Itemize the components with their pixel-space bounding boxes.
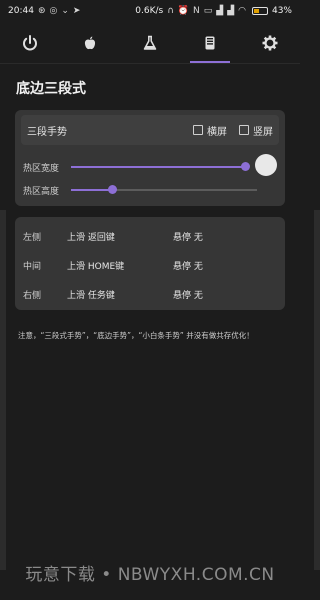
landscape-checkbox[interactable]: 横屏: [193, 123, 227, 138]
height-slider-row: 热区高度: [23, 181, 279, 199]
height-slider[interactable]: [71, 185, 257, 194]
signal-icon-2: ▟: [227, 5, 235, 16]
gesture-hover: 悬停 无: [173, 232, 203, 243]
gesture-settings-card: 三段手势 横屏 竖屏 热区宽度 热区高度: [15, 110, 285, 206]
gesture-row-left[interactable]: 左侧 上滑 返回键 悬停 无: [23, 226, 279, 246]
status-right: 0.6K/s ∩ ⏰ N ▭ ▟ ▟ ◠ 43%: [135, 6, 292, 16]
tab-settings[interactable]: [250, 23, 290, 63]
tab-apple[interactable]: [70, 23, 110, 63]
portrait-label: 竖屏: [253, 126, 273, 138]
toggle-knob[interactable]: [255, 154, 277, 176]
alarm-icon: ⏰: [177, 5, 190, 16]
tab-lab[interactable]: [130, 23, 170, 63]
nfc-icon: N: [193, 5, 200, 16]
gesture-row-middle[interactable]: 中间 上滑 HOME键 悬停 无: [23, 255, 279, 275]
vpn-icon: ▭: [203, 5, 213, 16]
battery-fill: [253, 9, 260, 13]
landscape-label: 横屏: [207, 126, 227, 138]
signal-icon: ▟: [216, 5, 224, 16]
gesture-swipe: 上滑 任务键: [67, 290, 115, 301]
compatibility-note: 注意，“三段式手势”，“底边手势”，“小白条手势” 并没有做共存优化！: [18, 331, 254, 340]
sd-card-icon: [205, 36, 215, 49]
headphone-icon: ∩: [167, 5, 174, 16]
gesture-swipe: 上滑 HOME键: [67, 261, 125, 272]
height-label: 热区高度: [23, 186, 60, 197]
gesture-row-right[interactable]: 右侧 上滑 任务键 悬停 无: [23, 284, 279, 304]
width-slider-row: 热区宽度: [23, 158, 279, 176]
checkbox-icon: [193, 125, 203, 135]
gesture-position: 中间: [23, 261, 42, 272]
chevron-icon: ⌄: [61, 5, 69, 16]
notification-icon: ⊛: [37, 5, 46, 16]
send-icon: ➤: [72, 5, 81, 16]
status-left: 20:44 ⊛ ◎ ⌄ ➤: [8, 6, 80, 16]
gesture-mapping-card: 左侧 上滑 返回键 悬停 无 中间 上滑 HOME键 悬停 无 右侧 上滑 任务…: [15, 217, 285, 310]
gear-icon: [262, 35, 278, 50]
watermark: 玩意下载 • NBWYXH.COM.CN: [25, 565, 275, 585]
power-icon: [23, 34, 37, 50]
checkbox-icon: [239, 125, 249, 135]
gesture-header-label: 三段手势: [27, 126, 67, 138]
gesture-header: 三段手势 横屏 竖屏: [21, 115, 279, 145]
wechat-icon: ◎: [49, 5, 58, 16]
apple-icon: [84, 36, 96, 49]
gesture-position: 右侧: [23, 290, 42, 301]
height-slider-fill: [71, 189, 112, 191]
wifi-icon: ◠: [238, 5, 246, 16]
flask-icon: [143, 35, 157, 50]
battery-icon: [251, 7, 268, 15]
clock: 20:44: [8, 6, 34, 16]
gesture-position: 左侧: [23, 232, 42, 243]
battery-percent: 43%: [271, 6, 292, 16]
status-bar: 20:44 ⊛ ◎ ⌄ ➤ 0.6K/s ∩ ⏰ N ▭ ▟ ▟ ◠ 43%: [0, 0, 300, 22]
portrait-checkbox[interactable]: 竖屏: [239, 123, 273, 138]
gesture-hover: 悬停 无: [173, 261, 203, 272]
tab-bar: [0, 22, 300, 64]
tab-power[interactable]: [10, 23, 50, 63]
width-slider-fill: [71, 166, 246, 168]
network-speed: 0.6K/s: [135, 6, 164, 16]
right-edge-strip: [314, 210, 320, 570]
left-edge-strip: [0, 210, 6, 570]
width-label: 热区宽度: [23, 163, 60, 174]
tab-storage[interactable]: [190, 23, 230, 63]
gesture-swipe: 上滑 返回键: [67, 232, 115, 243]
width-slider-thumb[interactable]: [241, 162, 251, 171]
height-slider-thumb[interactable]: [107, 185, 117, 194]
gesture-hover: 悬停 无: [173, 290, 203, 301]
width-slider[interactable]: [71, 162, 251, 171]
page-title: 底边三段式: [16, 81, 86, 97]
